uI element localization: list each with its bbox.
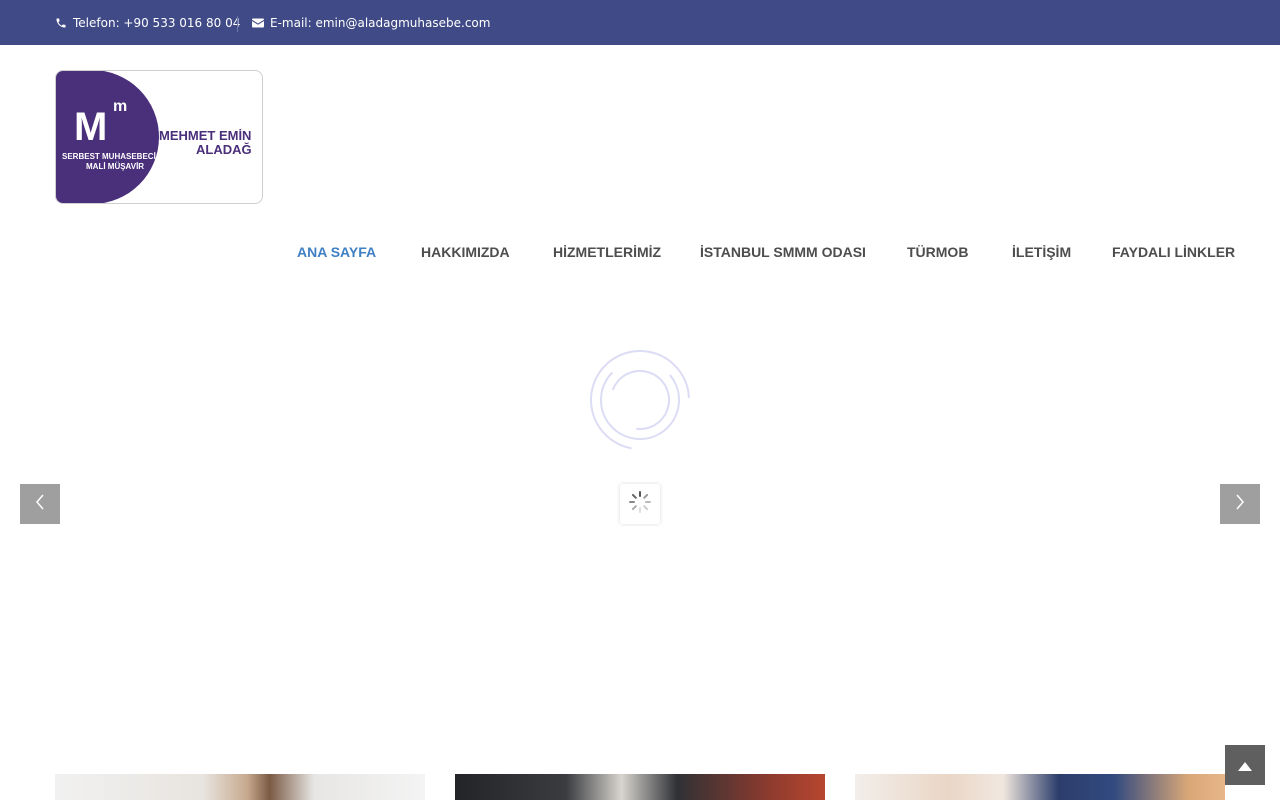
email-text: E-mail: emin@aladagmuhasebe.com — [270, 15, 491, 30]
envelope-icon — [252, 18, 264, 28]
nav-item-useful-links[interactable]: FAYDALI LİNKLER — [1112, 244, 1235, 260]
logo-name-line2: ALADAĞ — [196, 142, 252, 157]
top-bar: Telefon: +90 533 016 80 04 E-mail: emin@… — [0, 0, 1280, 45]
nav-item-contact[interactable]: İLETİŞİM — [1012, 244, 1071, 260]
site-logo[interactable]: M m SERBEST MUHASEBECİ MALİ MÜŞAVİR MEHM… — [55, 70, 263, 204]
logo-subtitle-line2: MALİ MÜŞAVİR — [86, 162, 145, 171]
spinner-icon — [628, 490, 652, 518]
chevron-right-icon — [1235, 494, 1245, 514]
logo-subtitle-line1: SERBEST MUHASEBECİ — [62, 152, 156, 161]
phone-text: Telefon: +90 533 016 80 04 — [73, 15, 241, 30]
scroll-to-top-button[interactable] — [1225, 745, 1265, 785]
main-navigation: ANA SAYFA HAKKIMIZDA HİZMETLERİMİZ İSTAN… — [0, 244, 1280, 266]
nav-item-home[interactable]: ANA SAYFA — [297, 244, 376, 260]
page-loading-spinner-icon — [589, 349, 691, 451]
nav-item-istanbul-smmm[interactable]: İSTANBUL SMMM ODASI — [700, 244, 866, 260]
logo-name-line1: MEHMET EMİN — [159, 128, 252, 143]
logo-small-letter: m — [113, 98, 128, 115]
email-contact[interactable]: E-mail: emin@aladagmuhasebe.com — [252, 0, 490, 45]
nav-item-services[interactable]: HİZMETLERİMİZ — [553, 244, 661, 260]
chevron-up-icon — [1238, 756, 1252, 775]
topbar-divider — [237, 16, 238, 32]
feature-image-2[interactable] — [455, 774, 825, 800]
nav-item-about[interactable]: HAKKIMIZDA — [421, 244, 510, 260]
slider-loading-spinner — [620, 484, 660, 524]
nav-item-turmob[interactable]: TÜRMOB — [907, 244, 968, 260]
feature-image-3[interactable] — [855, 774, 1225, 800]
slider-next-button[interactable] — [1220, 484, 1260, 524]
phone-icon — [55, 17, 67, 29]
phone-contact[interactable]: Telefon: +90 533 016 80 04 — [55, 0, 240, 45]
chevron-left-icon — [35, 494, 45, 514]
slider-prev-button[interactable] — [20, 484, 60, 524]
logo-big-letter: M — [74, 105, 108, 149]
feature-image-1[interactable] — [55, 774, 425, 800]
